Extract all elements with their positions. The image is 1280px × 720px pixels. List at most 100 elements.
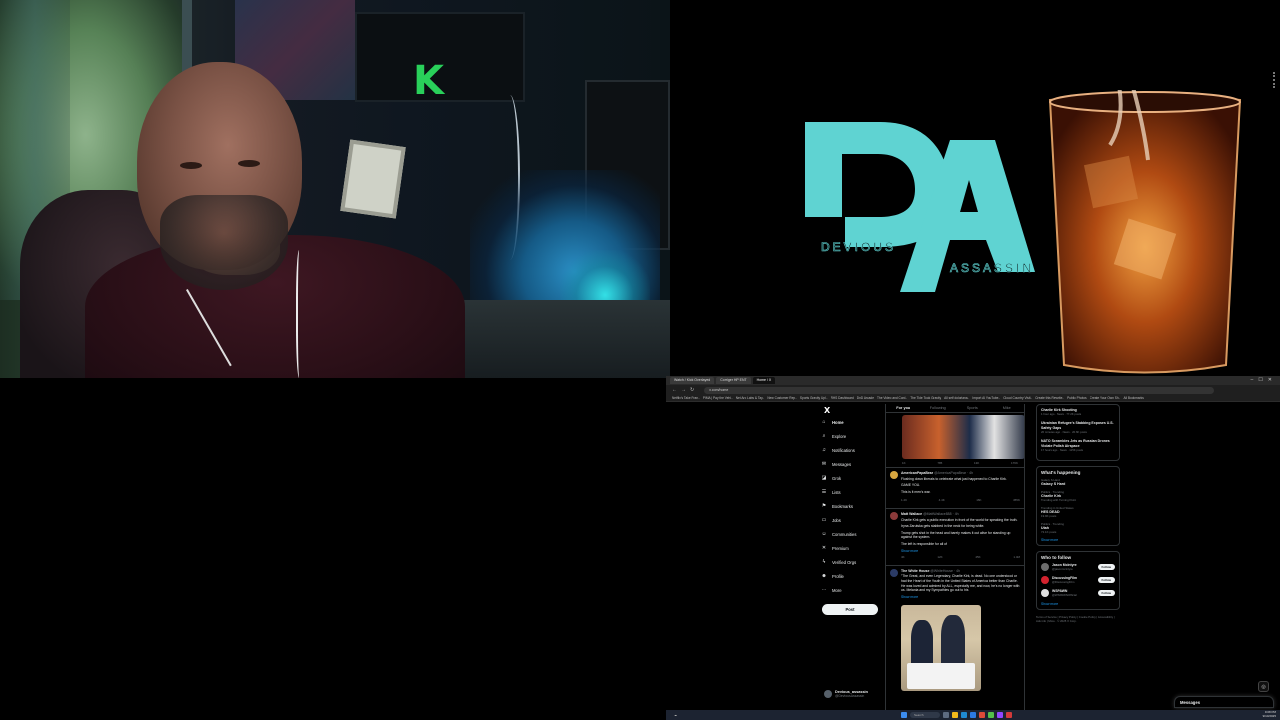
bookmark-item[interactable]: Import AI YouTube..	[972, 396, 1000, 400]
avatar[interactable]	[1041, 576, 1049, 585]
bookmark-item[interactable]: All self doloriana..	[944, 396, 969, 400]
weather-widget[interactable]: ☁	[674, 713, 677, 717]
nav-item-notifications[interactable]: ♫ Notifications	[821, 443, 881, 457]
tab-for-you[interactable]: For you	[886, 404, 921, 412]
nav-item-bookmarks[interactable]: ⚑ Bookmarks	[821, 499, 881, 513]
like-count[interactable]: 13K	[974, 461, 979, 465]
follow-button[interactable]: Follow	[1097, 564, 1115, 571]
news-item[interactable]: NATO Scrambles Jets as Russian Drones Vi…	[1041, 439, 1115, 452]
view-count[interactable]: 455K	[1013, 498, 1020, 503]
nav-item-home[interactable]: ⌂ Home	[821, 415, 881, 429]
trend-item[interactable]: Politics · Trending Charlie Kirk Trending …	[1041, 490, 1115, 502]
tab-mike[interactable]: Mike	[990, 404, 1025, 412]
show-more-link[interactable]: Show more	[1041, 538, 1115, 542]
bookmark-item[interactable]: Net Arc Labs & Tay..	[736, 396, 765, 400]
tweet-author[interactable]: The White House	[901, 569, 929, 573]
nav-item-premium[interactable]: ✕ Premium	[821, 541, 881, 555]
tweet-photo[interactable]	[902, 415, 1024, 459]
obs-icon[interactable]	[1006, 712, 1012, 718]
account-switcher[interactable]: Devious_assassin @DeviousAssassin	[824, 690, 868, 698]
reply-count[interactable]: 1.2K	[901, 498, 907, 503]
follow-button[interactable]: Follow	[1097, 577, 1115, 584]
bookmark-item[interactable]: The Video and Cord..	[877, 396, 907, 400]
forward-icon[interactable]: →	[681, 387, 686, 393]
show-more-link[interactable]: Show more	[901, 595, 1020, 600]
tweet[interactable]: AmericanPapaBear @AmericaPapaBear · 4h Fl…	[886, 467, 1024, 508]
trend-item[interactable]: Galaxy S Hard Galaxy S Hard	[1041, 478, 1115, 486]
repost-count[interactable]: 785	[937, 461, 942, 465]
bookmark-item[interactable]: Create Your Own Sh..	[1090, 396, 1121, 400]
nav-item-explore[interactable]: ⌕ Explore	[821, 429, 881, 443]
bookmark-item[interactable]: Netflix's Take Fran..	[672, 396, 700, 400]
follow-handle: @DiscussingFilm	[1052, 580, 1075, 585]
grok-icon[interactable]: ◎	[1258, 681, 1269, 692]
footer-links[interactable]: Terms of Service | Privacy Policy | Cook…	[1036, 615, 1120, 623]
trend-item[interactable]: Trending in United States HES DEAD 19.9K p…	[1041, 506, 1115, 518]
tweet[interactable]: Matt Wallace @MattWallace888 · 4h Charlie…	[886, 507, 1024, 565]
view-count[interactable]: 1.4M	[1013, 555, 1020, 560]
x-logo-icon[interactable]: X	[824, 406, 881, 415]
nav-item-jobs[interactable]: ▭ Jobs	[821, 513, 881, 527]
reload-icon[interactable]: ↻	[690, 387, 694, 393]
repost-count[interactable]: 12K	[937, 555, 942, 560]
edge-icon[interactable]	[961, 712, 967, 718]
browser-tab[interactable]: Watch / Kick Overlayed	[670, 377, 715, 384]
system-clock[interactable]: 9:08 PM 9/10/2025	[1263, 711, 1276, 718]
trend-item[interactable]: Politics · Trending Utah 72.1K posts	[1041, 522, 1115, 534]
bookmark-item[interactable]: RHS Dashboard	[831, 396, 854, 400]
app-icon[interactable]	[997, 712, 1003, 718]
task-view-icon[interactable]	[943, 712, 949, 718]
chrome-icon[interactable]	[979, 712, 985, 718]
reply-count[interactable]: 1K	[902, 461, 906, 465]
browser-tab-active[interactable]: Home / X	[752, 377, 776, 384]
news-item[interactable]: Charlie Kirk Shooting 1 hour ago · News ·…	[1041, 408, 1115, 416]
tweet-author[interactable]: AmericanPapaBear	[901, 471, 933, 475]
like-count[interactable]: 16K	[976, 498, 981, 503]
nav-item-messages[interactable]: ✉ Messages	[821, 457, 881, 471]
bookmark-item[interactable]: New Customer Rep..	[767, 396, 797, 400]
nav-item-more[interactable]: ⋯ More	[821, 583, 881, 597]
app-icon[interactable]	[988, 712, 994, 718]
nav-item-communities[interactable]: ☺ Communities	[821, 527, 881, 541]
news-item[interactable]: Ukrainian Refugee's Stabbing Exposes U.S…	[1041, 421, 1115, 434]
tab-sports[interactable]: Sports	[955, 404, 990, 412]
file-explorer-icon[interactable]	[952, 712, 958, 718]
bookmark-item[interactable]: PIMA | Pay the Vehi..	[703, 396, 733, 400]
bookmark-item[interactable]: Create this Rewrite..	[1035, 396, 1064, 400]
nav-item-profile[interactable]: ☻ Profile	[821, 569, 881, 583]
like-count[interactable]: 45K	[975, 555, 980, 560]
back-icon[interactable]: ←	[672, 387, 677, 393]
bookmark-item[interactable]: The Tide Took Gravity	[910, 396, 941, 400]
taskbar-search[interactable]: Search	[910, 712, 940, 718]
store-icon[interactable]	[970, 712, 976, 718]
show-more-follow-link[interactable]: Show more	[1041, 602, 1115, 606]
bookmark-item[interactable]: DnD Arcade	[857, 396, 874, 400]
repost-count[interactable]: 4.4K	[939, 498, 945, 503]
tweet-author[interactable]: Matt Wallace	[901, 512, 922, 516]
avatar[interactable]	[890, 471, 898, 479]
address-bar[interactable]: x.com/home	[704, 386, 1215, 394]
browser-tab[interactable]: Corriger HP ENT	[716, 377, 751, 384]
window-controls[interactable]: –☐✕	[1251, 377, 1277, 383]
tweet[interactable]: The White House @WhiteHouse · 4h "The Gre…	[886, 564, 1024, 603]
person-figure	[911, 620, 933, 666]
bookmark-item[interactable]: All Bookmarks	[1123, 396, 1143, 400]
tweet-photo-whitehouse[interactable]	[901, 605, 981, 692]
avatar[interactable]	[890, 511, 898, 520]
messages-drawer[interactable]: Messages	[1174, 696, 1274, 708]
start-icon[interactable]	[901, 712, 907, 718]
nav-item-lists[interactable]: ☰ Lists	[821, 485, 881, 499]
follow-button[interactable]: Follow	[1097, 590, 1115, 597]
nav-item-verified-orgs[interactable]: ϟ Verified Orgs	[821, 555, 881, 569]
avatar[interactable]	[890, 568, 898, 577]
nav-item-grok[interactable]: ◪ Grok	[821, 471, 881, 485]
tab-following[interactable]: Following	[921, 404, 956, 412]
avatar[interactable]	[1041, 563, 1049, 572]
reply-count[interactable]: 4K	[901, 555, 905, 560]
bookmark-item[interactable]: Sports Gravity Upl..	[800, 396, 828, 400]
bookmark-item[interactable]: Public Photos	[1067, 396, 1087, 400]
bookmark-item[interactable]: Cloud Country Visit..	[1003, 396, 1032, 400]
view-count[interactable]: 176K	[1011, 461, 1018, 465]
avatar[interactable]	[1041, 589, 1049, 598]
post-button[interactable]: Post	[822, 604, 878, 615]
